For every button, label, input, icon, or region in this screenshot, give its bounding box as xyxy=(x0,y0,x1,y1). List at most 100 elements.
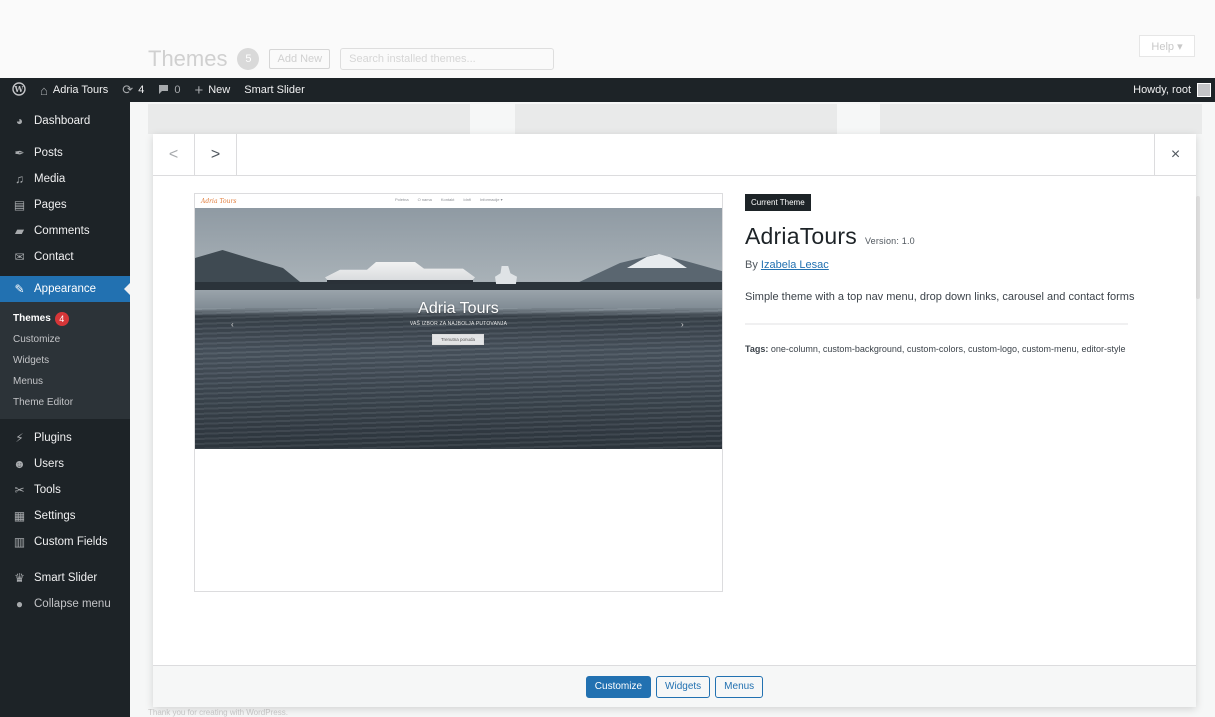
refresh-icon: ⟳ xyxy=(122,82,134,97)
appearance-submenu: Themes 4 Customize Widgets Menus Theme E… xyxy=(0,302,130,419)
add-new-button[interactable]: Add New xyxy=(269,49,331,69)
themes-update-badge: 4 xyxy=(54,311,69,326)
updates-count: 4 xyxy=(138,84,145,96)
page-top-area: Themes 5 Add New Search installed themes… xyxy=(0,0,1215,78)
settings-icon: ▦ xyxy=(13,509,26,523)
author-link[interactable]: Izabela Lesac xyxy=(761,259,829,271)
footer-thank-you: Thank you for creating with WordPress. xyxy=(148,708,288,717)
ship-hull xyxy=(327,280,473,284)
updates-link[interactable]: ⟳ 4 xyxy=(115,78,151,102)
sidebar-item-users[interactable]: ☻ Users xyxy=(0,451,130,477)
background-theme-card xyxy=(880,104,1202,134)
sidebar-item-label: Dashboard xyxy=(34,115,91,127)
new-label: New xyxy=(208,84,231,96)
screenshot-hero-button: Trenutna ponuda xyxy=(432,334,484,345)
background-themes-header: Themes 5 Add New Search installed themes… xyxy=(148,46,555,72)
sidebar-item-label: Comments xyxy=(34,225,90,237)
theme-screenshot: Adria Tours Poletna O nama Kontakt Idnfi… xyxy=(194,193,723,592)
users-icon: ☻ xyxy=(13,457,26,471)
mountain-left xyxy=(195,250,305,286)
submenu-label: Menus xyxy=(13,376,44,387)
theme-name: AdriaTours xyxy=(745,223,857,249)
author-prefix: By xyxy=(745,259,758,271)
theme-tags: Tags: one-column, custom-background, cus… xyxy=(745,343,1135,356)
current-theme-badge: Current Theme xyxy=(745,194,811,211)
plugin-icon: ⚡ xyxy=(15,431,24,445)
sidebar-item-plugins[interactable]: ⚡ Plugins xyxy=(0,425,130,451)
dashboard-icon: ◕ xyxy=(15,114,24,128)
small-ship xyxy=(495,266,517,284)
background-theme-card xyxy=(515,104,837,134)
sidebar-item-tools[interactable]: ✂ Tools xyxy=(0,477,130,503)
mail-icon: ✉ xyxy=(14,250,25,264)
home-icon: ⌂ xyxy=(40,82,48,98)
sidebar-item-appearance[interactable]: ✎ Appearance xyxy=(0,276,130,302)
sidebar-item-contact[interactable]: ✉ Contact xyxy=(0,244,130,270)
collapse-icon: ● xyxy=(15,597,24,611)
howdy-label: Howdy, root xyxy=(1133,84,1191,96)
submenu-label: Widgets xyxy=(13,355,50,366)
screenshot-nav-link: O nama xyxy=(417,197,432,202)
sidebar-item-settings[interactable]: ▦ Settings xyxy=(0,503,130,529)
sidebar-item-pages[interactable]: ▤ Pages xyxy=(0,192,130,218)
sidebar-item-media[interactable]: ♫ Media xyxy=(0,166,130,192)
sidebar-item-label: Smart Slider xyxy=(34,572,98,584)
sidebar-item-smart-slider[interactable]: ♛ Smart Slider xyxy=(0,565,130,591)
sidebar-item-posts[interactable]: ✒ Posts xyxy=(0,140,130,166)
screenshot-navbar: Adria Tours Poletna O nama Kontakt Idnfi… xyxy=(195,194,722,208)
wordpress-logo-menu[interactable]: W xyxy=(0,78,33,102)
smart-slider-menu[interactable]: Smart Slider xyxy=(237,78,312,102)
screenshot-hero-subtitle: VAŠ IZBOR ZA NAJBOLJA PUTOVANJA xyxy=(409,321,508,327)
submenu-item-menus[interactable]: Menus xyxy=(0,371,130,392)
modal-footer: Customize Widgets Menus xyxy=(153,665,1196,707)
widgets-button[interactable]: Widgets xyxy=(656,675,711,698)
site-name: Adria Tours xyxy=(52,84,109,96)
screenshot-nav-link: Informacije ▾ xyxy=(479,197,503,202)
submenu-item-widgets[interactable]: Widgets xyxy=(0,350,130,371)
media-icon: ♫ xyxy=(15,172,24,186)
plus-icon: + xyxy=(194,81,204,99)
screenshot-nav-link: Poletna xyxy=(395,197,409,202)
avatar xyxy=(1197,83,1211,97)
comment-bubble-icon xyxy=(158,83,169,98)
admin-bar: W ⌂ Adria Tours ⟳ 4 0 + New Smart Slider… xyxy=(0,78,1215,102)
sidebar-item-label: Appearance xyxy=(34,283,97,295)
menus-button[interactable]: Menus xyxy=(715,675,764,698)
sidebar-item-comments[interactable]: ▰ Comments xyxy=(0,218,130,244)
submenu-label: Customize xyxy=(13,334,61,345)
sidebar-item-label: Plugins xyxy=(34,432,72,444)
collapse-menu-button[interactable]: ● Collapse menu xyxy=(0,591,130,617)
previous-theme-button[interactable]: < xyxy=(153,134,195,175)
wordpress-logo-icon: W xyxy=(12,81,26,99)
comments-link[interactable]: 0 xyxy=(151,78,187,102)
my-account-menu[interactable]: Howdy, root xyxy=(1133,83,1215,97)
next-theme-button[interactable]: > xyxy=(195,134,237,175)
background-theme-count: 5 xyxy=(237,48,260,70)
carousel-prev-icon: ‹ xyxy=(231,320,234,329)
page-scrollbar[interactable] xyxy=(1196,196,1200,299)
submenu-item-customize[interactable]: Customize xyxy=(0,329,130,350)
smart-slider-label: Smart Slider xyxy=(244,84,305,96)
help-tab-button[interactable]: Help ▾ xyxy=(1139,35,1195,57)
submenu-item-theme-editor[interactable]: Theme Editor xyxy=(0,392,130,413)
close-modal-button[interactable]: × xyxy=(1154,134,1196,176)
pages-icon: ▤ xyxy=(13,198,26,212)
screenshot-nav-link: Kontakt xyxy=(440,197,455,202)
sidebar-item-label: Media xyxy=(34,173,66,185)
sidebar-item-custom-fields[interactable]: ▥ Custom Fields xyxy=(0,529,130,555)
site-name-link[interactable]: ⌂ Adria Tours xyxy=(33,78,115,102)
sidebar-item-label: Posts xyxy=(34,147,63,159)
svg-text:W: W xyxy=(14,84,25,94)
new-content-menu[interactable]: + New xyxy=(187,78,237,102)
divider xyxy=(745,323,1128,325)
submenu-item-themes[interactable]: Themes 4 xyxy=(0,308,130,329)
slider-icon: ♛ xyxy=(14,571,25,585)
tags-list: one-column, custom-background, custom-co… xyxy=(770,344,1126,354)
customize-button[interactable]: Customize xyxy=(585,675,652,698)
search-themes-input[interactable]: Search installed themes... xyxy=(340,48,555,70)
sidebar-item-label: Users xyxy=(34,458,65,470)
sidebar-item-dashboard[interactable]: ◕ Dashboard xyxy=(0,108,130,134)
screenshot-nav-links: Poletna O nama Kontakt Idnfi Informacije… xyxy=(395,197,503,202)
sidebar-item-label: Contact xyxy=(34,251,74,263)
screenshot-hero-title: Adria Tours xyxy=(418,300,499,317)
